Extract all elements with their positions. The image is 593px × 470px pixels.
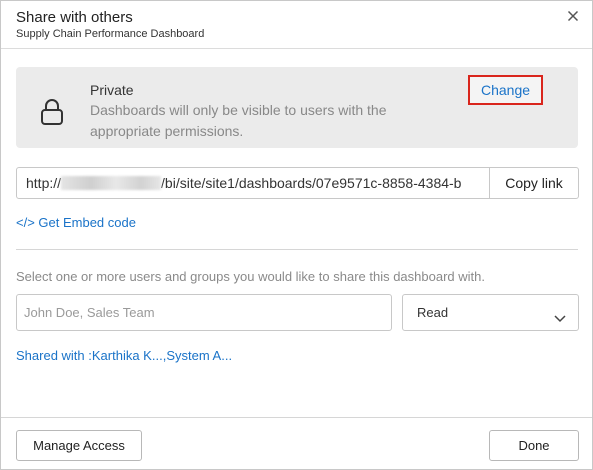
dialog-footer: Manage Access Done: [1, 417, 592, 470]
url-prefix: http://: [26, 175, 62, 191]
chevron-down-icon: [554, 310, 566, 323]
divider: [16, 249, 578, 250]
share-dialog: Share with others Supply Chain Performan…: [0, 0, 593, 470]
done-button[interactable]: Done: [489, 430, 579, 461]
users-groups-input[interactable]: [16, 294, 392, 331]
share-url[interactable]: http:// /bi/site/site1/dashboards/07e9571…: [17, 168, 489, 198]
lock-icon: [40, 98, 64, 126]
share-link-field: http:// /bi/site/site1/dashboards/07e9571…: [16, 167, 579, 199]
copy-link-button[interactable]: Copy link: [489, 168, 578, 198]
url-path: /bi/site/site1/dashboards/07e9571c-8858-…: [161, 175, 462, 191]
permission-select[interactable]: Read: [402, 294, 579, 331]
privacy-description: Dashboards will only be visible to users…: [90, 102, 387, 139]
shared-user-link[interactable]: System A...: [166, 348, 232, 363]
shared-user-link[interactable]: Karthika K...: [92, 348, 163, 363]
manage-access-button[interactable]: Manage Access: [16, 430, 142, 461]
close-icon[interactable]: [565, 8, 581, 24]
shared-with-list: Shared with :Karthika K...,System A...: [16, 348, 233, 363]
shared-with-label: Shared with :: [16, 348, 92, 363]
dialog-subtitle: Supply Chain Performance Dashboard: [16, 28, 205, 40]
get-embed-code-link[interactable]: </> Get Embed code: [16, 215, 136, 230]
permission-value: Read: [417, 305, 449, 320]
change-privacy-button[interactable]: Change: [468, 75, 543, 105]
privacy-title: Private: [90, 82, 134, 98]
privacy-panel: Private Dashboards will only be visible …: [16, 67, 578, 148]
dialog-header: Share with others Supply Chain Performan…: [1, 1, 592, 49]
dialog-title: Share with others: [16, 9, 133, 26]
redacted-host: [61, 176, 162, 190]
share-description: Select one or more users and groups you …: [16, 269, 485, 284]
